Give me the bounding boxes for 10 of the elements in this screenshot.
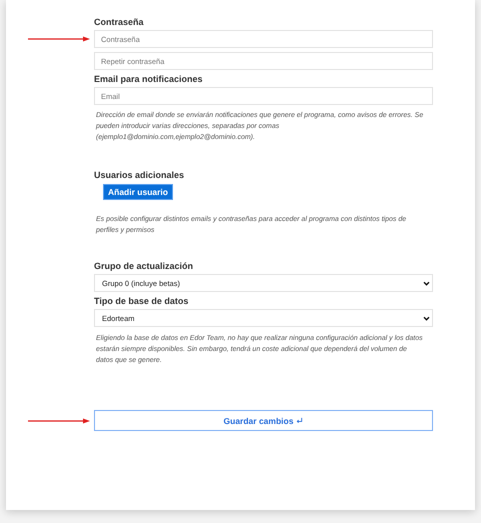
field-label: Email para notificaciones bbox=[94, 74, 204, 84]
field-label: Grupo de actualización bbox=[94, 261, 194, 271]
field-label: Contraseña bbox=[94, 17, 145, 27]
field-label: Tipo de base de datos bbox=[94, 296, 190, 306]
add-user-button[interactable]: Añadir usuario bbox=[103, 184, 173, 200]
chevron-icon bbox=[423, 316, 430, 320]
chevron-icon bbox=[423, 280, 430, 286]
field-label: Usuarios adicionales bbox=[94, 170, 186, 180]
save-button[interactable]: Guardar cambios bbox=[94, 410, 433, 431]
return-icon bbox=[296, 417, 304, 424]
